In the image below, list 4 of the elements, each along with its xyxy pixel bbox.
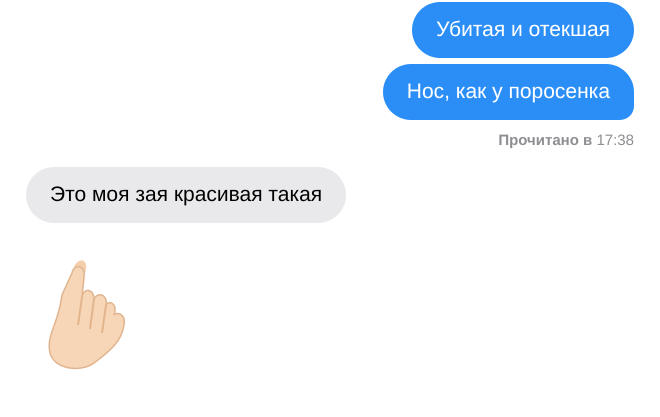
message-bubble: Это моя зая красивая такая <box>26 166 346 222</box>
read-receipt: Прочитано в 17:38 <box>498 131 634 151</box>
message-bubble: Убитая и отекшая <box>412 2 634 58</box>
message-bubble: Нос, как у поросенка <box>382 64 634 120</box>
